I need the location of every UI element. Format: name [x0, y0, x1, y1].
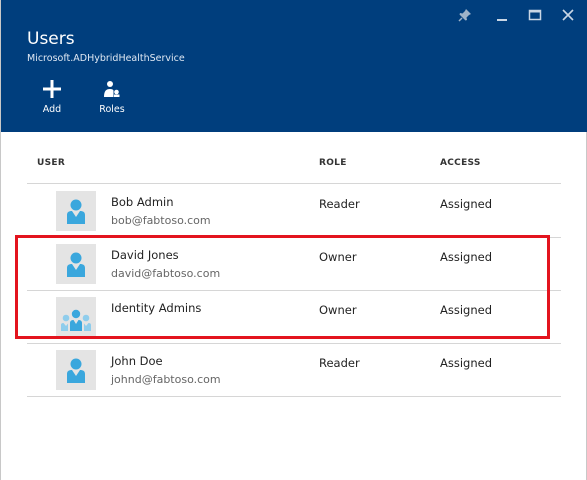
user-role: Owner	[319, 303, 357, 317]
minimize-button[interactable]	[490, 4, 514, 28]
user-icon	[56, 244, 96, 284]
user-access: Assigned	[440, 197, 493, 211]
user-icon	[56, 191, 96, 231]
group-icon	[56, 297, 96, 337]
add-label: Add	[42, 104, 62, 115]
user-role: Owner	[319, 250, 357, 264]
pin-icon	[458, 7, 472, 26]
column-header-user[interactable]: USER	[37, 158, 65, 168]
user-name: Identity Admins	[111, 301, 202, 315]
user-access: Assigned	[440, 356, 493, 370]
table-row[interactable]: John Doe johnd@fabtoso.com Reader Assign…	[27, 343, 561, 397]
maximize-button[interactable]	[523, 4, 547, 28]
user-role: Reader	[319, 197, 360, 211]
column-header-role[interactable]: ROLE	[319, 158, 347, 168]
user-name: David Jones	[111, 248, 179, 262]
roles-icon	[103, 80, 121, 98]
user-name: John Doe	[111, 354, 163, 368]
user-access: Assigned	[440, 250, 493, 264]
user-access: Assigned	[440, 303, 493, 317]
roles-command[interactable]: Roles	[92, 80, 132, 115]
roles-label: Roles	[99, 104, 125, 115]
table-row[interactable]: Bob Admin bob@fabtoso.com Reader Assigne…	[27, 184, 561, 238]
table-row[interactable]: Identity Admins Owner Assigned	[27, 290, 561, 344]
maximize-icon	[528, 7, 542, 26]
close-icon	[561, 7, 575, 26]
user-email: johnd@fabtoso.com	[111, 373, 221, 386]
pin-button[interactable]	[453, 4, 477, 28]
column-header-access[interactable]: ACCESS	[440, 158, 481, 168]
table-row[interactable]: David Jones david@fabtoso.com Owner Assi…	[27, 237, 561, 291]
user-email: david@fabtoso.com	[111, 267, 221, 280]
user-email: bob@fabtoso.com	[111, 214, 211, 227]
blade-title: Users	[27, 29, 75, 49]
blade-subtitle: Microsoft.ADHybridHealthService	[27, 53, 185, 64]
close-button[interactable]	[556, 4, 580, 28]
minimize-icon	[495, 7, 509, 26]
user-name: Bob Admin	[111, 195, 174, 209]
user-icon	[56, 350, 96, 390]
blade-header: Users Microsoft.ADHybridHealthService Ad…	[1, 0, 587, 132]
plus-icon	[43, 80, 61, 98]
user-role: Reader	[319, 356, 360, 370]
add-command[interactable]: Add	[32, 80, 72, 115]
users-blade: Users Microsoft.ADHybridHealthService Ad…	[0, 0, 587, 480]
